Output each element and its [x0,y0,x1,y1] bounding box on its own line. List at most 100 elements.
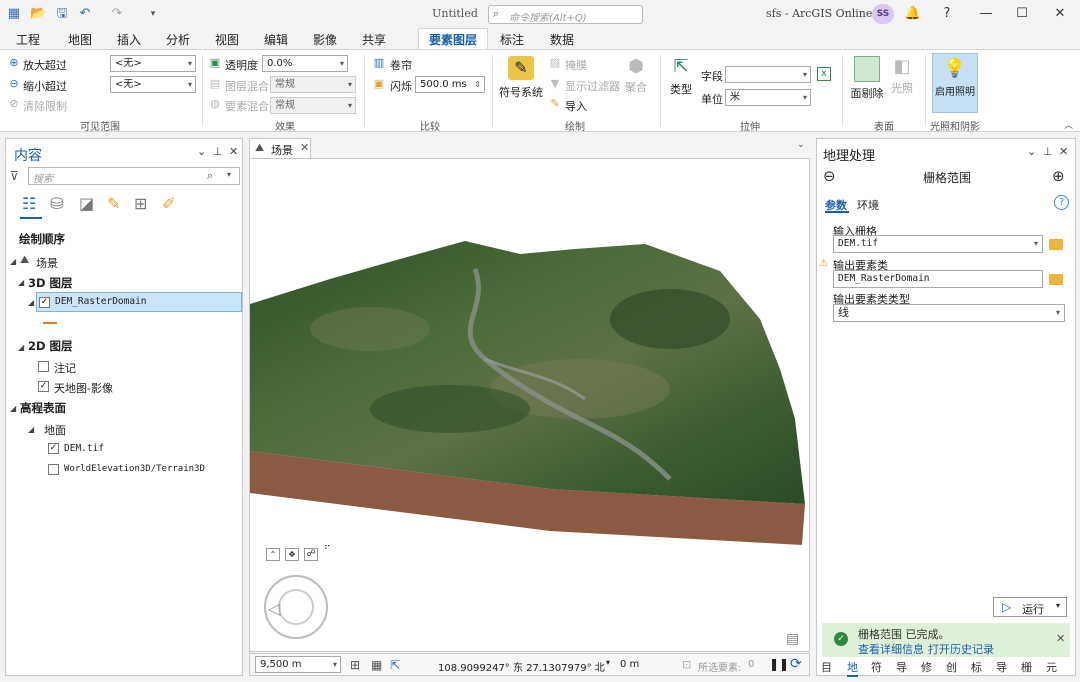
tab-overflow-chevron-icon[interactable]: ⌄ [797,140,805,150]
navigator-ring[interactable]: ◁ [264,575,328,639]
open-project-icon[interactable]: 📂 [30,6,46,22]
scene-node[interactable]: 场景 [36,255,58,271]
dismiss-icon[interactable]: ✕ [1056,632,1065,645]
spinner-icon[interactable]: ⇕ [474,77,481,92]
zoom-in-beyond-select[interactable]: <无> ▾ [110,55,196,72]
back-icon[interactable]: ⊖ [823,167,836,185]
close-icon[interactable]: ✕ [1050,4,1070,24]
contents-search-input[interactable]: 搜索 ⌕ ▾ [28,167,240,185]
minimize-icon[interactable]: — [976,4,996,24]
filter-icon[interactable]: ⊽ [10,169,19,183]
close-pane-icon[interactable]: ✕ [229,145,238,158]
mask-button[interactable]: 掩膜 [565,57,587,73]
tab-project[interactable]: 工程 [16,31,40,48]
list-by-snapping-icon[interactable]: ⊞ [134,194,147,213]
bottom-tab-metadata[interactable]: 元 [1046,659,1057,675]
output-feature-class-input[interactable]: DEM_RasterDomain [833,270,1043,288]
annotation-layer[interactable]: 注记 [54,360,76,376]
imagery-checkbox[interactable]: ✓ [38,381,49,392]
display-filter-button[interactable]: 显示过滤器 [565,78,620,94]
avatar[interactable]: SS [872,4,894,24]
tab-view[interactable]: 视图 [215,31,239,48]
table-icon[interactable]: ▦ [371,658,382,672]
scene-tab[interactable]: ⛰ 场景 ✕ [249,138,311,158]
chevron-down-icon[interactable]: ▾ [227,170,231,179]
symbology-button[interactable]: ✎ 符号系统 [499,56,543,100]
world-elevation-checkbox[interactable] [48,464,59,475]
close-pane-icon[interactable]: ✕ [1059,145,1068,158]
line-symbol-swatch[interactable] [43,322,57,324]
output-type-select[interactable]: 线 ▾ [833,304,1065,322]
bottom-tab-modify[interactable]: 修 [921,659,932,675]
flicker-rate-input[interactable]: 500.0 ms ⇕ [415,76,485,93]
refresh-icon[interactable]: ⟳ [790,656,802,672]
pin-icon[interactable]: ⊥ [1043,145,1053,158]
walk-icon[interactable]: ☍ [304,548,318,561]
bottom-tab-symbology[interactable]: 符 [871,659,882,675]
dem-source[interactable]: DEM.tif [64,443,104,454]
undo-icon[interactable]: ↶ [77,6,93,22]
expand-arrow-icon[interactable]: ◢ [18,278,24,287]
full-extent-icon[interactable]: ✥ [285,548,299,561]
scene-view[interactable]: ⌃ ✥ ☍ ⠋ ◁ ▤ [249,158,810,652]
notifications-bell-icon[interactable]: 🔔 [903,4,923,24]
zoom-out-beyond-select[interactable]: <无> ▾ [110,76,196,93]
chevron-down-icon[interactable]: ▾ [1056,601,1060,610]
ground-surface[interactable]: 地面 [44,422,66,438]
pause-icon[interactable]: ❚❚ [769,657,789,671]
enable-lighting-button[interactable]: 💡 启用照明 [932,53,978,113]
bottom-tab-export[interactable]: 导 [896,659,907,675]
tilt-up-icon[interactable]: ⌃ [266,548,280,561]
expand-arrow-icon[interactable]: ◢ [10,257,16,266]
help-icon[interactable]: ? [937,4,957,24]
expression-icon[interactable]: x [817,67,831,81]
list-by-editing-icon[interactable]: ✎ [107,194,120,213]
transparency-input[interactable]: 0.0% ▾ [262,55,348,72]
unit-select[interactable]: 米 ▾ [725,89,811,106]
tab-share[interactable]: 共享 [362,31,386,48]
save-icon[interactable]: 🖫 [54,6,70,22]
chart-overlay-icon[interactable]: ▤ [786,631,799,647]
bottom-tab-geoprocessing[interactable]: 地 [847,659,858,677]
navigator-inner[interactable] [278,589,314,625]
list-by-source-icon[interactable]: ⛁ [50,194,63,213]
layer-visibility-checkbox[interactable]: ✓ [39,297,50,308]
redo-icon[interactable]: ↷ [109,6,125,22]
lighting-button[interactable]: ◧ 光照 [888,56,916,96]
field-select[interactable]: ▾ [725,66,811,83]
expand-arrow-icon[interactable]: ◢ [28,425,34,434]
portal-label[interactable]: sfs - ArcGIS Online [766,7,872,20]
pane-options-icon[interactable]: ⌄ [1027,145,1036,158]
swipe-button[interactable]: 卷帘 [390,57,412,73]
tab-feature-layer[interactable]: 要素图层 [418,28,489,51]
face-culling-button[interactable]: 面剔除 [848,56,886,101]
grid-icon[interactable]: ⊞ [350,658,360,672]
extrusion-type-button[interactable]: ⇱ 类型 [666,56,696,97]
world-elevation-source[interactable]: WorldElevation3D/Terrain3D [64,464,205,474]
more-nav-icon[interactable]: ⠋ [324,545,331,555]
browse-folder-icon[interactable] [1049,239,1063,250]
pin-icon[interactable]: ⊥ [213,145,223,158]
dem-checkbox[interactable]: ✓ [48,443,59,454]
tab-analysis[interactable]: 分析 [166,31,190,48]
collapse-ribbon-icon[interactable]: ︿ [1064,118,1073,131]
aggregate-button[interactable]: ⬢ 聚合 [622,56,650,95]
tab-map[interactable]: 地图 [68,31,92,48]
close-tab-icon[interactable]: ✕ [300,141,309,154]
scale-select[interactable]: 9,500 m ▾ [255,656,341,673]
open-history-link[interactable]: 打开历史记录 [928,641,994,657]
terrain-3d[interactable] [250,159,810,652]
input-raster-select[interactable]: DEM.tif ▾ [833,235,1043,253]
pane-options-icon[interactable]: ⌄ [197,145,206,158]
expand-arrow-icon[interactable]: ◢ [18,343,24,352]
customize-chevron-icon[interactable]: ▾ [145,6,161,22]
help-icon[interactable]: ? [1054,195,1069,210]
layer-blend-select[interactable]: 常规 ▾ [270,76,356,93]
tab-imagery[interactable]: 影像 [313,31,337,48]
import-button[interactable]: 导入 [565,98,587,114]
add-favorite-icon[interactable]: ⊕ [1052,167,1065,185]
run-button[interactable]: ▷ 运行 ▾ [993,597,1067,617]
clear-limits-button[interactable]: 清除限制 [23,98,67,114]
bottom-tab-create[interactable]: 创 [946,659,957,675]
tab-labeling[interactable]: 标注 [500,31,524,48]
